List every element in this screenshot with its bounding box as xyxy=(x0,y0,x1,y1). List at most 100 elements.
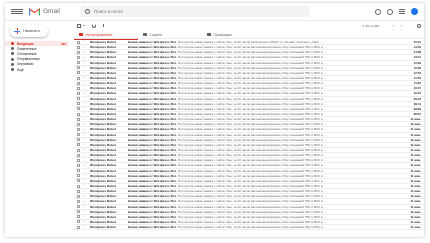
search-input[interactable] xyxy=(94,9,294,14)
row-checkbox[interactable] xyxy=(77,117,80,121)
row-checkbox[interactable] xyxy=(77,153,80,157)
star-icon[interactable]: ☆ xyxy=(83,71,86,74)
row-checkbox[interactable] xyxy=(77,189,80,193)
row-checkbox[interactable] xyxy=(77,45,80,49)
row-checkbox[interactable] xyxy=(77,127,80,131)
star-icon[interactable]: ☆ xyxy=(83,138,86,141)
star-icon[interactable]: ☆ xyxy=(83,194,86,198)
star-icon[interactable]: ☆ xyxy=(83,169,86,172)
settings-gear-icon[interactable] xyxy=(387,8,393,15)
table-row[interactable]: ☆ Wordpress Robot Новая заявка от Wordpres… xyxy=(74,225,424,231)
row-checkbox[interactable] xyxy=(77,169,80,173)
row-checkbox[interactable] xyxy=(77,112,80,116)
star-icon[interactable]: ☆ xyxy=(83,174,86,177)
row-checkbox[interactable] xyxy=(77,102,80,106)
star-icon[interactable]: ☆ xyxy=(83,179,86,182)
star-icon[interactable]: ☆ xyxy=(83,66,86,69)
sender-name: Wordpress Robot xyxy=(90,189,116,194)
tab-social[interactable]: Соцсети xyxy=(138,30,202,39)
row-checkbox[interactable] xyxy=(77,220,80,224)
star-icon[interactable]: ☆ xyxy=(83,107,86,110)
next-page-icon[interactable]: › xyxy=(401,23,402,28)
row-checkbox[interactable] xyxy=(77,194,80,198)
star-icon[interactable]: ☆ xyxy=(83,143,86,146)
email-snippet: - Поступила новая заявка с сайта: Увы, з… xyxy=(176,137,327,142)
gear-icon[interactable] xyxy=(417,23,421,28)
star-icon[interactable]: ☆ xyxy=(83,189,86,193)
star-icon[interactable]: ☆ xyxy=(83,76,86,79)
sidebar-item-2[interactable]: Отложенные xyxy=(5,51,69,56)
star-icon[interactable]: ☆ xyxy=(83,112,86,115)
star-icon[interactable]: ☆ xyxy=(83,81,86,85)
star-icon[interactable]: ☆ xyxy=(83,55,86,59)
star-icon[interactable]: ☆ xyxy=(83,225,86,228)
star-icon[interactable]: ☆ xyxy=(83,45,86,49)
row-checkbox[interactable] xyxy=(77,50,80,54)
star-icon[interactable]: ☆ xyxy=(83,50,86,54)
star-icon[interactable]: ☆ xyxy=(83,205,86,208)
row-checkbox[interactable] xyxy=(77,158,80,162)
main-menu-icon[interactable] xyxy=(11,9,23,14)
account-avatar[interactable] xyxy=(411,8,418,15)
row-checkbox[interactable] xyxy=(77,205,80,209)
row-checkbox[interactable] xyxy=(77,148,80,152)
row-checkbox[interactable] xyxy=(77,71,80,75)
star-icon[interactable]: ☆ xyxy=(83,163,86,167)
apps-grid-icon[interactable] xyxy=(399,8,405,15)
star-icon[interactable]: ☆ xyxy=(83,40,86,43)
row-checkbox[interactable] xyxy=(77,91,80,95)
star-icon[interactable]: ☆ xyxy=(83,215,86,218)
star-icon[interactable]: ☆ xyxy=(83,210,86,213)
row-checkbox[interactable] xyxy=(77,138,80,142)
star-icon[interactable]: ☆ xyxy=(83,158,86,162)
star-icon[interactable]: ☆ xyxy=(83,184,86,187)
gmail-logo[interactable]: Gmail xyxy=(29,7,60,16)
more-icon[interactable] xyxy=(103,23,104,28)
row-checkbox[interactable] xyxy=(77,163,80,167)
star-icon[interactable]: ☆ xyxy=(83,117,86,121)
row-checkbox[interactable] xyxy=(77,174,80,178)
compose-button[interactable]: Написать xyxy=(10,25,48,37)
prev-page-icon[interactable]: ‹ xyxy=(393,23,394,28)
row-checkbox[interactable] xyxy=(77,225,80,229)
row-checkbox[interactable] xyxy=(77,61,80,65)
row-checkbox[interactable] xyxy=(77,133,80,137)
star-icon[interactable]: ☆ xyxy=(83,148,86,151)
refresh-icon[interactable] xyxy=(92,23,96,28)
select-dropdown-icon[interactable] xyxy=(83,25,85,26)
star-icon[interactable]: ☆ xyxy=(83,127,86,131)
row-checkbox[interactable] xyxy=(77,143,80,147)
row-checkbox[interactable] xyxy=(77,66,80,70)
search-bar[interactable] xyxy=(80,6,310,17)
row-checkbox[interactable] xyxy=(77,40,80,44)
row-checkbox[interactable] xyxy=(77,184,80,188)
star-icon[interactable]: ☆ xyxy=(83,122,86,126)
star-icon[interactable]: ☆ xyxy=(83,102,86,105)
row-checkbox[interactable] xyxy=(77,76,80,80)
star-icon[interactable]: ☆ xyxy=(83,199,86,203)
row-checkbox[interactable] xyxy=(77,215,80,219)
star-icon[interactable]: ☆ xyxy=(83,86,86,90)
star-icon[interactable]: ☆ xyxy=(83,220,86,223)
star-icon[interactable]: ☆ xyxy=(83,91,86,95)
row-checkbox[interactable] xyxy=(77,86,80,90)
star-icon[interactable]: ☆ xyxy=(83,61,86,64)
tab-primary[interactable]: Несортированные xyxy=(74,30,138,40)
search-icon[interactable] xyxy=(85,9,90,14)
row-checkbox[interactable] xyxy=(77,97,80,101)
star-icon[interactable]: ☆ xyxy=(83,133,86,136)
row-checkbox[interactable] xyxy=(77,81,80,85)
row-checkbox[interactable] xyxy=(77,55,80,59)
star-icon[interactable]: ☆ xyxy=(83,97,86,100)
row-checkbox[interactable] xyxy=(77,107,80,111)
help-icon[interactable] xyxy=(375,8,381,15)
tab-promotions[interactable]: Промоакции xyxy=(202,30,266,39)
row-checkbox[interactable] xyxy=(77,122,80,126)
row-checkbox[interactable] xyxy=(77,199,80,203)
star-icon[interactable]: ☆ xyxy=(83,153,86,157)
row-checkbox[interactable] xyxy=(77,210,80,214)
sidebar-item-3[interactable]: Отправленные xyxy=(5,57,69,62)
select-all-checkbox[interactable] xyxy=(77,23,81,28)
sidebar-item-5[interactable]: Ещё xyxy=(5,67,69,72)
row-checkbox[interactable] xyxy=(77,179,80,183)
